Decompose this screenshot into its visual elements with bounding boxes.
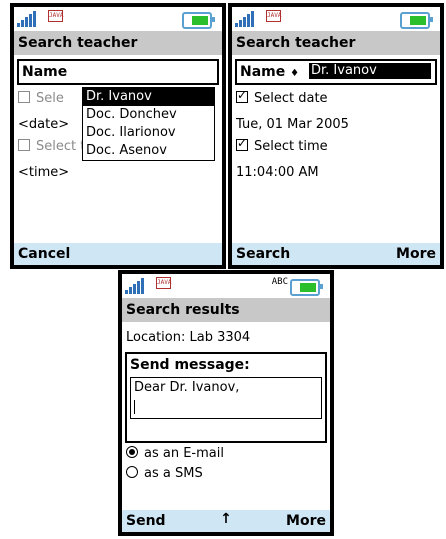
- checkbox-checked-icon: [236, 88, 248, 103]
- page-title: Search teacher: [14, 31, 222, 55]
- name-selected-value: Dr. Ivanov: [309, 63, 431, 79]
- send-message-label: Send message:: [130, 357, 250, 373]
- java-icon: JAVA: [48, 10, 63, 22]
- teacher-dropdown[interactable]: Dr. Ivanov Doc. Donchev Doc. Ilarionov D…: [82, 87, 215, 161]
- date-field[interactable]: <date>: [18, 117, 69, 132]
- dropdown-option[interactable]: Dr. Ivanov: [83, 88, 214, 106]
- search-softkey[interactable]: Search: [236, 243, 290, 265]
- message-input[interactable]: Dear Dr. Ivanov,: [130, 377, 322, 419]
- java-icon: JAVA: [266, 10, 281, 22]
- date-field[interactable]: Tue, 01 Mar 2005: [236, 117, 349, 132]
- time-field[interactable]: 11:04:00 AM: [236, 165, 319, 180]
- select-date-checkbox[interactable]: Sele: [18, 91, 64, 106]
- status-bar: JAVA: [14, 7, 222, 30]
- select-time-label: Select time: [254, 139, 328, 154]
- softkey-bar: Cancel: [14, 243, 222, 265]
- screen-3: JAVA ABC Search results Location: Lab 33…: [122, 274, 330, 532]
- form-content: Name ♦ Dr. Ivanov Select date Tue, 01 Ma…: [232, 57, 440, 243]
- signal-icon: [17, 11, 36, 27]
- email-radio[interactable]: as an E-mail: [126, 446, 224, 461]
- select-time-checkbox[interactable]: Select time: [236, 136, 328, 154]
- time-field[interactable]: <time>: [18, 165, 69, 180]
- results-content: Location: Lab 3304 Send message: Dear Dr…: [122, 324, 330, 510]
- phone-screen-2: JAVA Search teacher Name ♦ Dr. Ivanov Se…: [228, 3, 444, 269]
- more-softkey[interactable]: More: [396, 243, 436, 265]
- battery-icon: [290, 279, 323, 296]
- input-mode-indicator: ABC: [271, 277, 288, 287]
- cancel-softkey[interactable]: Cancel: [18, 243, 70, 265]
- selector-arrow-icon: ♦: [290, 68, 300, 79]
- softkey-bar: Search More: [232, 243, 440, 265]
- checkbox-icon: [18, 139, 30, 151]
- form-content: Name Sele <date> Select time <time> Dr. …: [14, 57, 222, 243]
- text-caret: [134, 400, 135, 414]
- email-option-label: as an E-mail: [144, 446, 224, 461]
- screen-1: JAVA Search teacher Name Sele <date> Sel…: [14, 7, 222, 265]
- signal-icon: [235, 11, 254, 27]
- dropdown-option[interactable]: Doc. Donchev: [83, 106, 214, 124]
- phone-screen-3: JAVA ABC Search results Location: Lab 33…: [118, 270, 334, 536]
- battery-icon: [182, 12, 215, 29]
- screen-2: JAVA Search teacher Name ♦ Dr. Ivanov Se…: [232, 7, 440, 265]
- checkbox-icon: [18, 91, 30, 103]
- more-softkey[interactable]: More: [286, 510, 326, 532]
- name-field[interactable]: Name ♦ Dr. Ivanov: [235, 59, 437, 85]
- select-date-checkbox[interactable]: Select date: [236, 88, 328, 106]
- dropdown-option[interactable]: Doc. Asenov: [83, 142, 214, 160]
- sms-option-label: as a SMS: [144, 466, 203, 481]
- select-date-label: Sele: [36, 91, 64, 106]
- radio-selected-icon: [126, 446, 138, 458]
- status-bar: JAVA: [232, 7, 440, 30]
- phone-screen-1: JAVA Search teacher Name Sele <date> Sel…: [10, 3, 226, 269]
- signal-icon: [125, 278, 144, 294]
- status-bar: JAVA ABC: [122, 274, 330, 297]
- battery-icon: [400, 12, 433, 29]
- name-label: Name: [22, 64, 68, 80]
- select-date-label: Select date: [254, 91, 328, 106]
- dropdown-option[interactable]: Doc. Ilarionov: [83, 124, 214, 142]
- page-title: Search teacher: [232, 31, 440, 55]
- message-text: Dear Dr. Ivanov,: [134, 380, 240, 395]
- radio-icon: [126, 466, 138, 478]
- page-title: Search results: [122, 298, 330, 322]
- name-label: Name ♦: [240, 64, 300, 80]
- location-text: Location: Lab 3304: [126, 330, 251, 345]
- java-icon: JAVA: [156, 277, 171, 289]
- name-field[interactable]: Name: [17, 59, 219, 85]
- softkey-bar: Send ↑ More: [122, 510, 330, 532]
- sms-radio[interactable]: as a SMS: [126, 466, 203, 481]
- checkbox-checked-icon: [236, 136, 248, 151]
